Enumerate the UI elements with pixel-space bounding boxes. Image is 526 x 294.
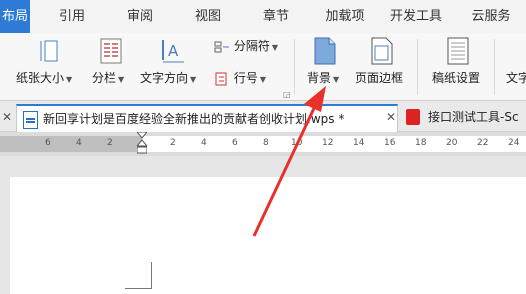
document-tab-active[interactable]: 新回享计划是百度经验全新推出的贡献者创收计划.wps *	[16, 104, 398, 132]
ruler-tick: 4	[201, 138, 207, 148]
chevron-down-icon: ▼	[333, 75, 340, 84]
ruler-tick: 2	[170, 138, 176, 148]
background-icon	[313, 37, 337, 69]
text-more-button[interactable]: 文字	[506, 69, 526, 86]
ruler-tick: 4	[76, 138, 82, 148]
ribbon-tab-bar: 布局 引用 审阅 视图 章节 加载项 开发工具 云服务	[0, 0, 526, 34]
chevron-down-icon: ▼	[118, 75, 125, 84]
page-border-button[interactable]: 页面边框	[355, 69, 403, 86]
tab-addins[interactable]: 加载项	[320, 0, 370, 33]
tab-cloud[interactable]: 云服务	[464, 0, 518, 33]
document-tab-strip: ✕ 新回享计划是百度经验全新推出的贡献者创收计划.wps * ✕ 接口测试工具-…	[0, 101, 526, 132]
columns-button[interactable]: 分栏 ▼	[92, 69, 124, 86]
ruler-tick: 14	[353, 138, 365, 148]
text-direction-button[interactable]: 文字方向 ▼	[140, 69, 196, 86]
ribbon-divider	[494, 39, 495, 95]
document-tab-title: 接口测试工具-Sc	[428, 110, 519, 124]
paper-size-label: 纸张大小	[16, 71, 65, 85]
tab-review[interactable]: 审阅	[120, 0, 160, 33]
paper-size-button[interactable]: 纸张大小 ▼	[16, 69, 72, 86]
ruler-tick: 10	[291, 138, 303, 148]
ruler-text-area	[142, 136, 526, 152]
ruler-tick: 24	[508, 138, 520, 148]
document-tab-title: 新回享计划是百度经验全新推出的贡献者创收计划.wps *	[43, 112, 345, 126]
chevron-down-icon: ▼	[259, 75, 266, 84]
ruler-tick: 18	[415, 138, 427, 148]
tab-developer[interactable]: 开发工具	[386, 0, 446, 33]
ruler-tick: 20	[446, 138, 458, 148]
ruler-tick: 2	[107, 138, 113, 148]
tab-sections[interactable]: 章节	[256, 0, 296, 33]
close-icon[interactable]: ✕	[0, 104, 14, 130]
ruler-tick: 6	[232, 138, 238, 148]
separator-button[interactable]: 分隔符 ▼	[214, 37, 278, 54]
background-label: 背景	[307, 71, 332, 85]
chevron-down-icon: ▼	[271, 43, 278, 52]
chevron-down-icon: ▼	[66, 75, 73, 84]
document-tab-other[interactable]: 接口测试工具-Sc	[402, 104, 526, 130]
horizontal-ruler[interactable]: 6 4 2 2 4 6 8 10 12 14 16 18 20 22 24	[0, 131, 526, 156]
pdf-document-icon	[406, 109, 420, 125]
svg-text:A: A	[168, 42, 179, 60]
tab-layout[interactable]: 布局	[0, 0, 30, 33]
ruler-tick: 22	[477, 138, 489, 148]
chevron-down-icon: ▼	[190, 75, 197, 84]
ruler-tick: 8	[263, 138, 269, 148]
paper-size-icon	[40, 40, 60, 68]
tab-references[interactable]: 引用	[52, 0, 92, 33]
line-number-button[interactable]: 行号 ▼	[214, 69, 266, 86]
line-number-label: 行号	[233, 71, 258, 85]
ribbon-divider	[417, 39, 418, 95]
separator-label: 分隔符	[233, 39, 270, 53]
line-number-icon	[214, 72, 230, 86]
manuscript-icon	[447, 37, 469, 69]
manuscript-button[interactable]: 稿纸设置	[432, 69, 480, 86]
document-area	[0, 157, 526, 294]
ribbon-toolbar: 纸张大小 ▼ 分栏 ▼ A 文字方向 ▼ 分隔符 ▼ 行号 ▼ ◲ 背景 ▼ 页面边框 稿纸…	[0, 33, 526, 101]
columns-label: 分栏	[92, 71, 117, 85]
text-direction-label: 文字方向	[140, 71, 189, 85]
text-direction-icon: A	[160, 38, 186, 68]
ruler-tick: 6	[45, 138, 51, 148]
document-page[interactable]	[10, 177, 526, 294]
page-break-icon	[214, 41, 230, 53]
columns-icon	[100, 38, 122, 68]
ruler-tick: 16	[384, 138, 396, 148]
background-button[interactable]: 背景 ▼	[307, 69, 339, 86]
ruler-tick: 12	[322, 138, 334, 148]
dialog-launcher-icon[interactable]: ◲	[283, 90, 291, 99]
wps-document-icon	[23, 111, 38, 129]
margin-corner-mark	[125, 262, 152, 289]
tab-view[interactable]: 视图	[188, 0, 228, 33]
page-border-icon	[370, 37, 394, 69]
indent-marker-icon[interactable]	[135, 131, 149, 154]
close-tab-icon[interactable]: ✕	[384, 104, 398, 130]
ribbon-divider	[294, 39, 295, 95]
